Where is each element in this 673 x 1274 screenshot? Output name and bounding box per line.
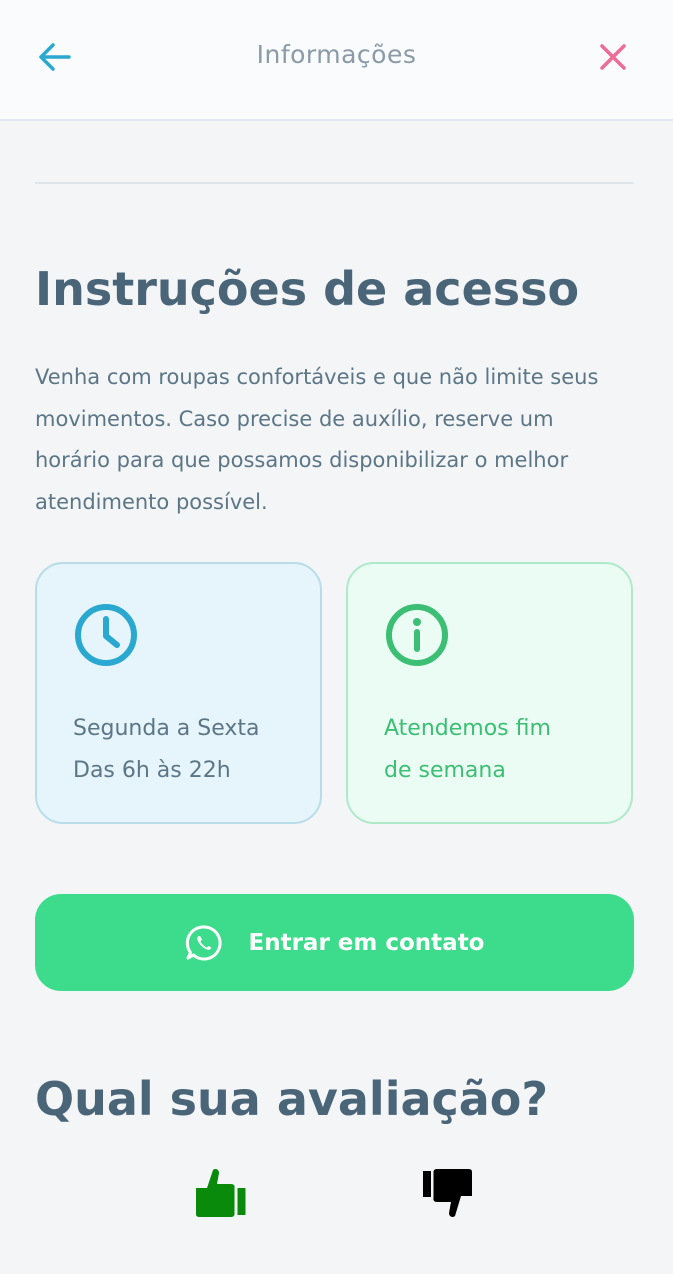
dislike-button[interactable] [420,1166,476,1220]
close-button[interactable] [590,34,636,80]
info-icon [386,604,448,666]
schedule-hours: Das 6h às 22h [73,758,231,783]
clock-icon [75,604,137,666]
contact-button[interactable]: Entrar em contato [35,894,634,991]
weekend-card: Atendemos fim de semana [346,562,633,824]
schedule-card: Segunda a Sexta Das 6h às 22h [35,562,322,824]
contact-button-label: Entrar em contato [248,929,485,956]
thumbs-up-icon [196,1169,246,1217]
access-instructions-text: Venha com roupas confortáveis e que não … [35,365,599,514]
whatsapp-icon [185,924,222,960]
like-button[interactable] [193,1166,249,1220]
divider [35,182,634,184]
weekend-line-2: de semana [384,758,506,783]
header-bar: Informações [0,0,673,121]
page-title: Informações [256,40,417,69]
schedule-days: Segunda a Sexta [73,716,260,741]
close-icon [600,44,626,70]
rating-title: Qual sua avaliação? [35,1072,549,1126]
access-instructions-title: Instruções de acesso [35,262,580,316]
weekend-line-1: Atendemos fim [384,716,551,741]
thumbs-down-icon [423,1169,472,1217]
